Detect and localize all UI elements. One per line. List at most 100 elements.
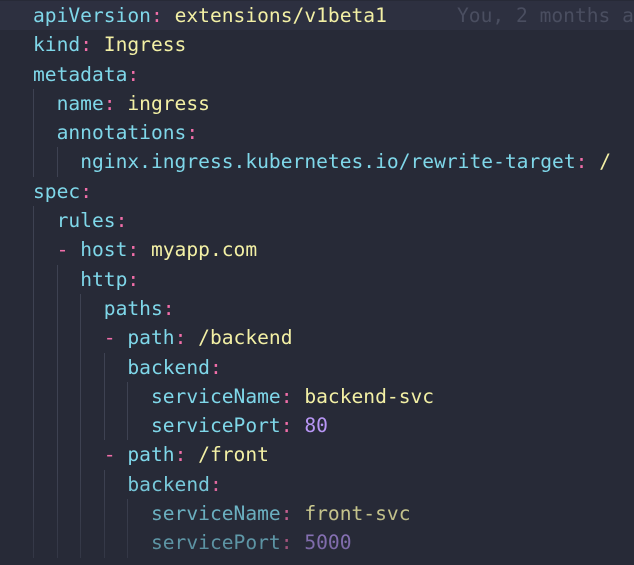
code-line-2[interactable]: kind: Ingress: [0, 30, 634, 59]
indent-guide: [104, 381, 105, 412]
indent-guide: [104, 352, 105, 382]
yaml-colon: :: [174, 443, 187, 467]
indent-guide: [80, 528, 81, 558]
indent-guide: [80, 293, 81, 324]
yaml-number-value: 80: [304, 414, 328, 438]
indent-guide: [57, 323, 58, 353]
indent-guide: [33, 381, 34, 412]
code-line-11[interactable]: paths:: [0, 293, 634, 324]
yaml-key: serviceName: [150, 384, 281, 408]
indent-guide: [127, 411, 128, 441]
code-line-19[interactable]: servicePort: 5000: [0, 528, 634, 558]
indent-guide: [33, 352, 34, 382]
indent-guide: [33, 147, 34, 177]
yaml-key: backend: [127, 472, 210, 496]
yaml-key: http: [80, 267, 128, 291]
indent-guide: [80, 381, 81, 412]
indent-guide: [80, 352, 81, 382]
yaml-colon: :: [80, 179, 92, 203]
yaml-key: serviceName: [150, 502, 281, 526]
indent-guide: [33, 88, 34, 119]
code-editor[interactable]: apiVersion: extensions/v1beta1 You, 2 mon…: [0, 0, 634, 565]
indent-guide: [57, 264, 58, 294]
code-line-13[interactable]: backend:: [0, 352, 634, 382]
yaml-key: path: [127, 443, 175, 467]
yaml-colon: :: [209, 472, 222, 496]
yaml-colon: :: [174, 326, 187, 350]
yaml-value: Ingress: [103, 33, 187, 57]
yaml-colon: :: [103, 91, 116, 115]
code-line-12[interactable]: - path: /backend: [0, 323, 634, 353]
git-blame-annotation: You, 2 months ago: [457, 4, 634, 27]
yaml-number-value: 5000: [304, 531, 352, 555]
indent-guide: [33, 469, 34, 500]
yaml-colon: :: [127, 267, 140, 291]
yaml-colon: :: [209, 355, 222, 379]
yaml-value: /backend: [198, 326, 293, 350]
code-line-6[interactable]: nginx.ingress.kubernetes.io/rewrite-targ…: [0, 147, 634, 177]
code-line-1[interactable]: apiVersion: extensions/v1beta1 You, 2 mon…: [0, 1, 634, 31]
indent-guide: [80, 469, 81, 500]
yaml-colon: :: [280, 531, 293, 555]
indent-guide: [104, 499, 105, 529]
indent-guide: [33, 440, 34, 470]
code-line-17[interactable]: backend:: [0, 469, 634, 500]
code-line-16[interactable]: - path: /front: [0, 440, 634, 470]
indent-guide: [80, 411, 81, 441]
indent-guide: [57, 528, 58, 558]
yaml-colon: :: [186, 121, 199, 145]
indent-guide: [57, 293, 58, 324]
yaml-key: paths: [103, 296, 163, 320]
indent-guide: [104, 411, 105, 441]
indent-guide: [104, 528, 105, 558]
yaml-key: nginx.ingress.kubernetes.io/rewrite-targ…: [80, 150, 576, 174]
indent-guide: [57, 147, 58, 177]
yaml-colon: :: [115, 209, 128, 233]
indent-guide: [57, 411, 58, 441]
code-line-10[interactable]: http:: [0, 264, 634, 294]
indent-guide: [127, 528, 128, 558]
indent-guide: [57, 469, 58, 500]
yaml-value: /: [599, 150, 612, 174]
indent-guide: [80, 323, 81, 353]
code-line-3[interactable]: metadata:: [0, 60, 634, 89]
yaml-key: path: [127, 326, 175, 350]
yaml-colon: :: [280, 384, 293, 408]
code-line-5[interactable]: annotations:: [0, 118, 634, 148]
yaml-list-dash: -: [103, 443, 116, 467]
indent-guide: [33, 499, 34, 529]
indent-guide: [33, 293, 34, 324]
yaml-key: kind: [33, 33, 81, 57]
indent-guide: [33, 264, 34, 294]
indent-guide: [80, 499, 81, 529]
yaml-colon: :: [127, 238, 140, 262]
code-line-18[interactable]: serviceName: front-svc: [0, 499, 634, 529]
indent-guide: [33, 528, 34, 558]
code-line-8[interactable]: rules:: [0, 206, 634, 236]
yaml-value: ingress: [127, 91, 210, 115]
yaml-key: servicePort: [150, 531, 281, 555]
yaml-key: spec: [33, 179, 81, 203]
yaml-key: backend: [127, 355, 210, 379]
code-line-9[interactable]: - host: myapp.com: [0, 235, 634, 265]
yaml-list-dash: -: [56, 238, 69, 262]
indent-guide: [57, 381, 58, 412]
indent-guide: [33, 411, 34, 441]
indent-guide: [33, 323, 34, 353]
indent-guide: [33, 118, 34, 148]
indent-guide: [104, 469, 105, 500]
indent-guide: [57, 499, 58, 529]
code-line-14[interactable]: serviceName: backend-svc: [0, 381, 634, 412]
yaml-value: myapp.com: [150, 238, 258, 262]
indent-guide: [33, 206, 34, 236]
code-line-7[interactable]: spec:: [0, 177, 634, 206]
yaml-value: extensions/v1beta1: [174, 4, 387, 27]
indent-guide: [57, 352, 58, 382]
yaml-colon: :: [80, 33, 92, 57]
yaml-key: apiVersion: [33, 4, 151, 27]
code-area[interactable]: apiVersion: extensions/v1beta1 You, 2 mon…: [0, 1, 634, 558]
indent-guide: [127, 499, 128, 529]
code-line-15[interactable]: servicePort: 80: [0, 411, 634, 441]
yaml-colon: :: [280, 414, 293, 438]
code-line-4[interactable]: name: ingress: [0, 88, 634, 119]
